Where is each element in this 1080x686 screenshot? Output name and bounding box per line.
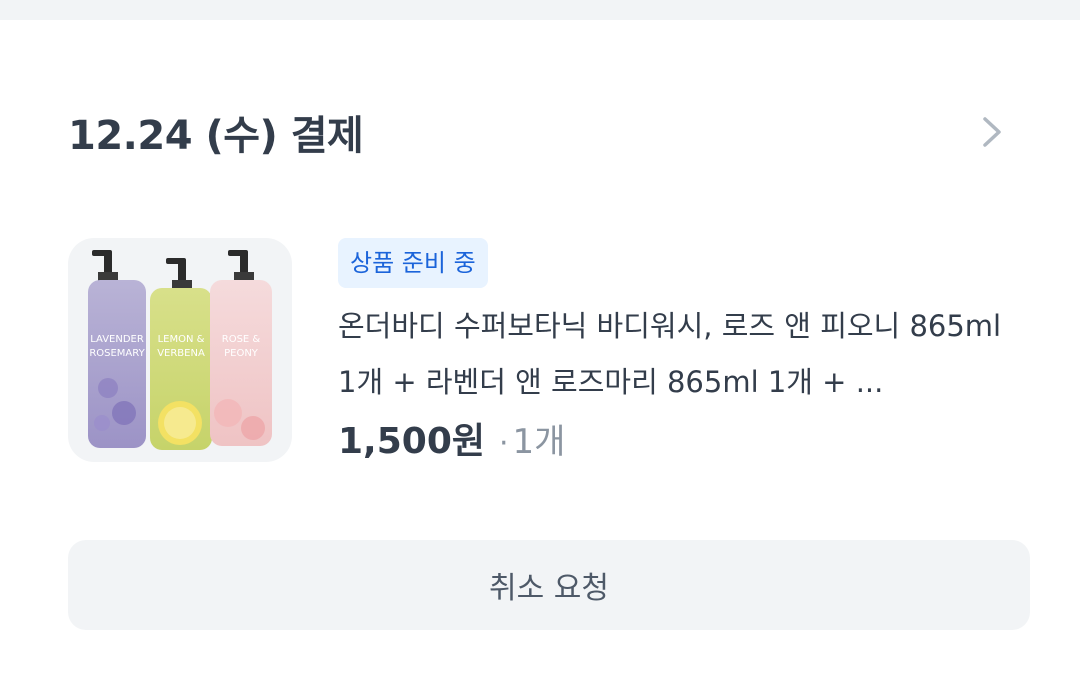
quantity-separator: · [499, 426, 509, 461]
product-quantity: 1개 [512, 422, 566, 462]
product-info: 상품 준비 중 온더바디 수퍼보타닉 바디워시, 로즈 앤 피오니 865ml … [338, 238, 1028, 464]
bottle-label-1a: LAVENDER [90, 334, 144, 345]
section-divider [0, 0, 1080, 20]
order-date-title: 12.24 (수) 결제 [68, 113, 364, 159]
order-header[interactable]: 12.24 (수) 결제 [68, 100, 1012, 164]
bottle-label-2b: VERBENA [157, 348, 205, 359]
product-price: 1,500원 [338, 421, 485, 462]
cancel-request-button[interactable]: 취소 요청 [68, 540, 1030, 630]
product-image[interactable]: LAVENDER ROSEMARY LEMON & VERBENA ROSE &… [68, 238, 292, 462]
order-product[interactable]: LAVENDER ROSEMARY LEMON & VERBENA ROSE &… [68, 238, 1028, 478]
status-badge: 상품 준비 중 [338, 238, 488, 288]
bottle-label-2a: LEMON & [158, 334, 205, 345]
bottle-label-1b: ROSEMARY [89, 348, 145, 359]
price-row: 1,500원 · 1개 [338, 412, 1028, 464]
chevron-right-icon[interactable] [972, 112, 1012, 152]
bottle-label-3a: ROSE & [222, 334, 261, 345]
bottle-label-3b: PEONY [224, 348, 259, 359]
product-name[interactable]: 온더바디 수퍼보타닉 바디워시, 로즈 앤 피오니 865ml 1개 + 라벤더… [338, 298, 1028, 410]
